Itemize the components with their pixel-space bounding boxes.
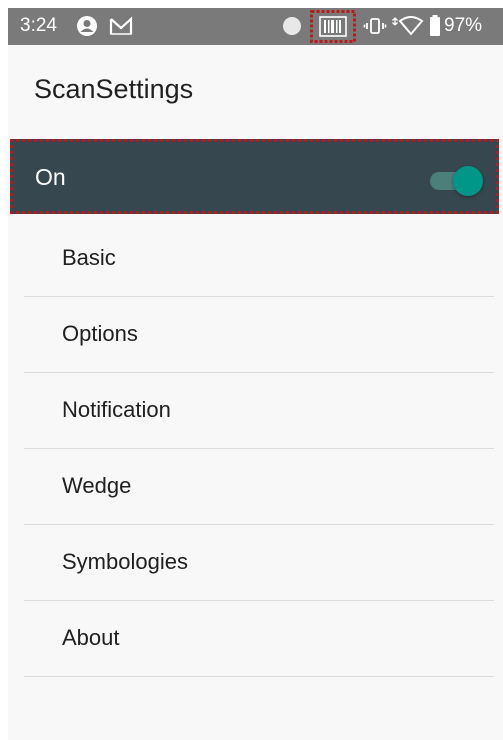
page-title: ScanSettings (34, 74, 194, 104)
menu-item-wedge[interactable]: Wedge (24, 449, 494, 525)
dot-icon (282, 16, 302, 42)
battery-percent: 97% (444, 15, 483, 36)
status-time: 3:24 (20, 15, 57, 36)
toggle-label: On (35, 164, 66, 190)
menu-item-label: Notification (62, 397, 171, 422)
menu-item-symbologies[interactable]: Symbologies (24, 525, 494, 601)
menu-item-label: Options (62, 321, 138, 346)
switch-thumb[interactable] (453, 166, 483, 196)
account-circle-icon (75, 14, 99, 44)
battery-icon (428, 14, 442, 44)
status-bar: 3:24 97% (8, 8, 503, 45)
menu-item-notification[interactable]: Notification (24, 373, 494, 449)
settings-menu: Basic Options Notification Wedge Symbolo… (24, 221, 494, 677)
scanner-toggle-row[interactable]: On (10, 139, 499, 214)
wifi-icon (391, 14, 425, 44)
menu-item-label: Wedge (62, 473, 132, 498)
menu-item-label: About (62, 625, 120, 650)
menu-item-basic[interactable]: Basic (24, 221, 494, 297)
barcode-scanner-icon (310, 10, 356, 49)
menu-item-about[interactable]: About (24, 601, 494, 677)
menu-item-label: Basic (62, 245, 116, 270)
menu-item-options[interactable]: Options (24, 297, 494, 373)
menu-item-label: Symbologies (62, 549, 188, 574)
phone-screen: 3:24 97% ScanSettings On Basic Options N… (8, 8, 503, 740)
gmail-icon (108, 14, 134, 44)
vibrate-icon (363, 14, 387, 44)
